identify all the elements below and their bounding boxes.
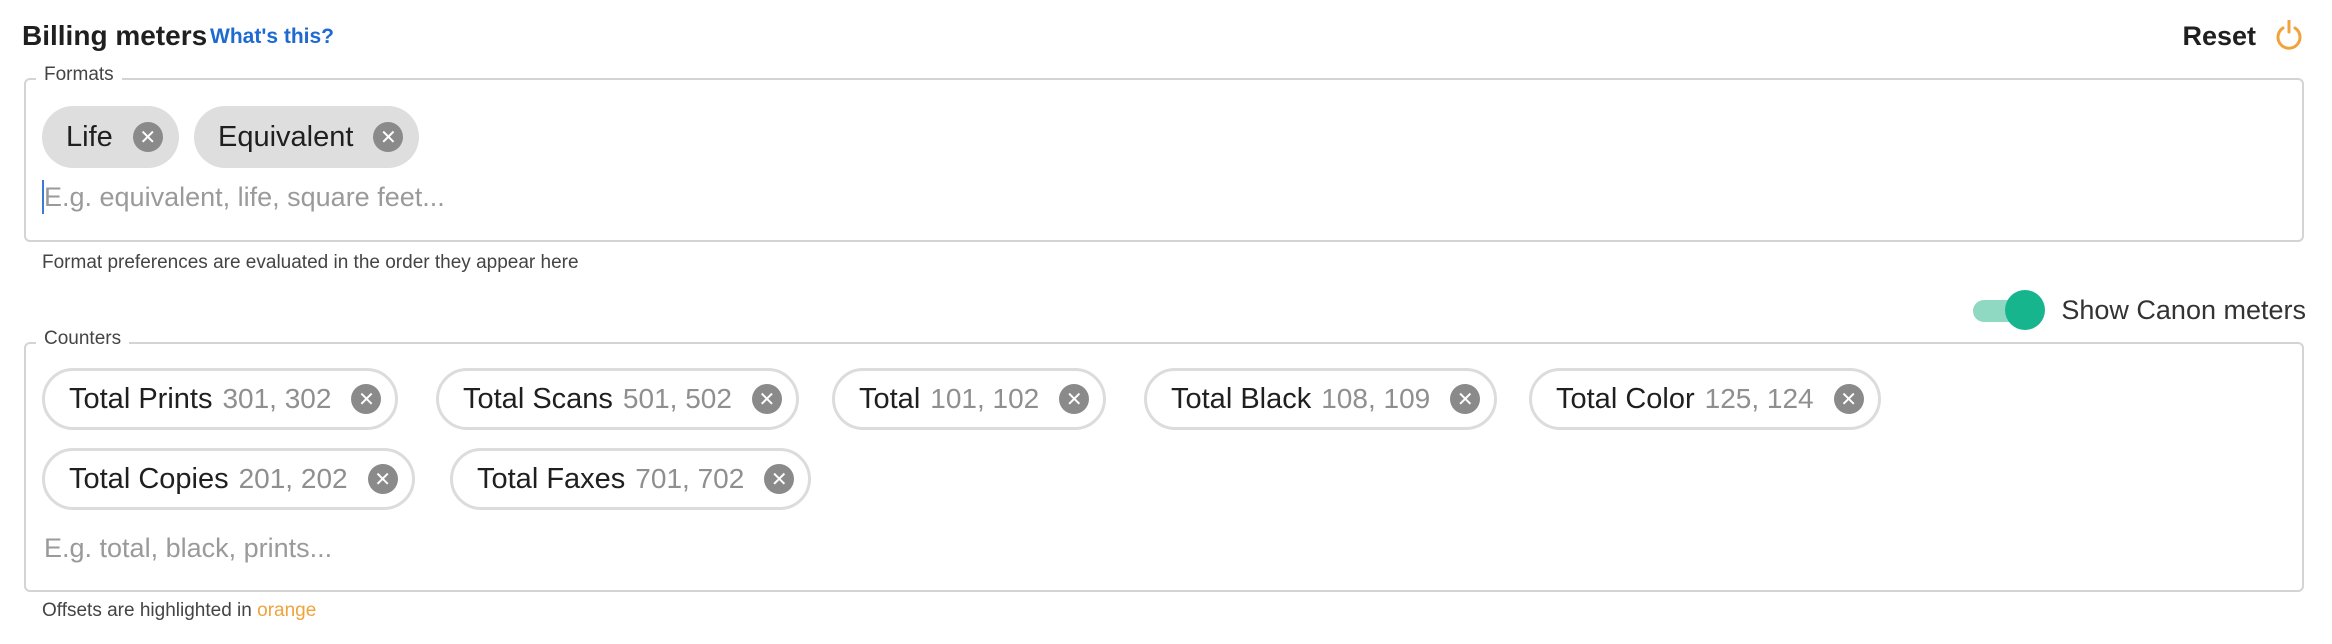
- counter-chip-name: Total Prints: [69, 382, 213, 415]
- close-icon[interactable]: ✕: [367, 464, 398, 494]
- counters-legend: Counters: [36, 328, 130, 350]
- close-icon[interactable]: ✕: [1833, 384, 1864, 414]
- reset-button[interactable]: Reset: [2182, 16, 2304, 56]
- counter-chip[interactable]: Total Scans 501, 502 ✕: [436, 368, 799, 430]
- counter-chip[interactable]: Total 101, 102 ✕: [832, 368, 1107, 430]
- reset-label: Reset: [2182, 20, 2256, 51]
- counters-helper-text: Offsets are highlighted in orange: [42, 600, 316, 622]
- formats-legend: Formats: [36, 64, 122, 86]
- formats-input[interactable]: [44, 177, 1244, 217]
- counter-chip-codes: 101, 102: [930, 383, 1040, 414]
- close-icon[interactable]: ✕: [351, 384, 382, 414]
- counter-chip-name: Total Copies: [69, 462, 229, 495]
- counter-chip-name: Total: [859, 382, 921, 415]
- helper-prefix: Offsets are highlighted in: [42, 600, 252, 621]
- close-icon[interactable]: ✕: [132, 122, 163, 152]
- whats-this-link[interactable]: What's this?: [210, 25, 334, 49]
- counter-chip-name: Total Black: [1171, 382, 1312, 415]
- close-icon[interactable]: ✕: [764, 464, 795, 494]
- close-icon[interactable]: ✕: [1450, 384, 1481, 414]
- toggle-label: Show Canon meters: [2061, 294, 2306, 325]
- helper-highlight: orange: [257, 600, 317, 621]
- close-icon[interactable]: ✕: [1059, 384, 1090, 414]
- counter-chip-codes: 501, 502: [622, 383, 732, 414]
- counter-chip[interactable]: Total Black 108, 109 ✕: [1144, 368, 1498, 430]
- counter-chip-codes: 701, 702: [635, 463, 745, 494]
- close-icon[interactable]: ✕: [751, 384, 782, 414]
- counter-chip[interactable]: Total Color 125, 124 ✕: [1529, 368, 1881, 430]
- toggle-knob: [2005, 290, 2046, 330]
- show-canon-meters-toggle[interactable]: Show Canon meters: [1973, 290, 2306, 330]
- counter-chip-name: Total Scans: [463, 382, 613, 415]
- header: Billing meters What's this? Reset: [22, 16, 2310, 56]
- counter-chip-codes: 301, 302: [222, 383, 332, 414]
- counters-input[interactable]: [44, 528, 1244, 568]
- formats-field[interactable]: Formats Life ✕ Equivalent ✕: [24, 64, 2304, 242]
- counter-chip-name: Total Faxes: [477, 462, 626, 495]
- format-chip[interactable]: Equivalent ✕: [194, 106, 420, 168]
- page-title: Billing meters: [22, 20, 208, 51]
- counter-chip[interactable]: Total Faxes 701, 702 ✕: [450, 448, 812, 510]
- toggle-switch[interactable]: [1973, 290, 2046, 330]
- counter-chip-name: Total Color: [1556, 382, 1695, 415]
- counter-chip-codes: 125, 124: [1704, 383, 1814, 414]
- format-chip[interactable]: Life ✕: [42, 106, 179, 168]
- close-icon[interactable]: ✕: [373, 122, 404, 152]
- counter-chip-codes: 108, 109: [1321, 383, 1431, 414]
- counter-chip[interactable]: Total Copies 201, 202 ✕: [42, 448, 415, 510]
- format-chip-label: Life: [66, 120, 113, 153]
- format-chip-label: Equivalent: [218, 120, 354, 153]
- counters-field[interactable]: Counters Total Prints 301, 302 ✕ Total S…: [24, 328, 2304, 592]
- formats-helper-text: Format preferences are evaluated in the …: [42, 252, 579, 273]
- counter-chip[interactable]: Total Prints 301, 302 ✕: [42, 368, 399, 430]
- counter-chip-codes: 201, 202: [238, 463, 348, 494]
- refresh-icon: [2274, 20, 2304, 52]
